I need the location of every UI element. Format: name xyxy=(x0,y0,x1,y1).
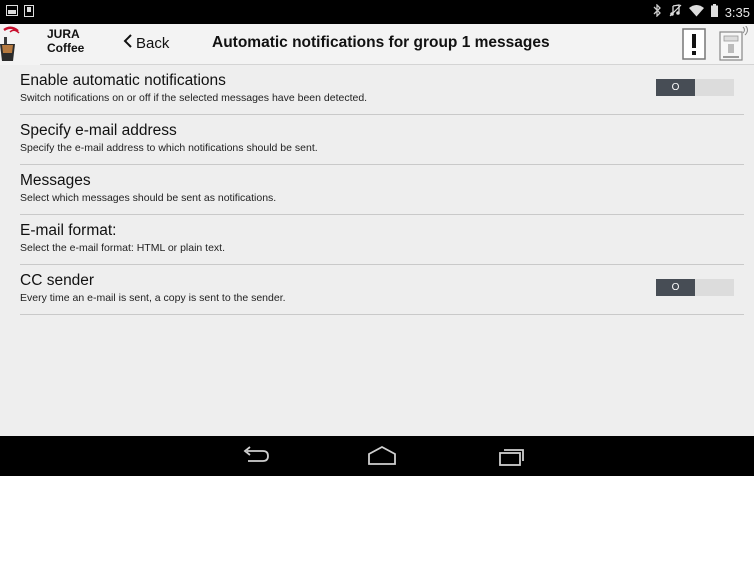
setting-description: Every time an e-mail is sent, a copy is … xyxy=(20,292,286,304)
status-bar: 3:35 xyxy=(0,0,754,24)
gallery-icon xyxy=(6,5,18,19)
setting-description: Select the e-mail format: HTML or plain … xyxy=(20,242,226,254)
battery-icon xyxy=(710,4,718,20)
coffee-machine-icon xyxy=(717,24,751,66)
setting-cc-sender[interactable]: CC sender Every time an e-mail is sent, … xyxy=(20,265,744,315)
alert-button[interactable] xyxy=(681,28,707,60)
coffee-machine-button[interactable] xyxy=(717,24,751,62)
back-arrow-icon xyxy=(240,446,270,471)
brand-name: JURA Coffee xyxy=(47,27,85,55)
back-button-label: Back xyxy=(136,34,170,52)
setting-title: Messages xyxy=(20,172,91,189)
cc-sender-toggle[interactable]: O xyxy=(656,279,734,296)
app-bar: JURA Coffee Back Automatic notifications… xyxy=(0,24,754,65)
alert-icon xyxy=(681,28,707,64)
setting-messages[interactable]: Messages Select which messages should be… xyxy=(20,165,744,215)
navigation-bar xyxy=(0,436,754,476)
setting-title: Enable automatic notifications xyxy=(20,72,226,89)
nav-recent-apps-button[interactable] xyxy=(496,445,526,467)
status-bar-right: 3:35 xyxy=(653,3,750,20)
recent-apps-icon xyxy=(496,449,526,471)
nav-home-button[interactable] xyxy=(367,445,397,467)
setting-title: E-mail format: xyxy=(20,222,117,239)
setting-title: Specify e-mail address xyxy=(20,122,177,139)
jura-logo xyxy=(0,24,40,65)
setting-description: Switch notifications on or off if the se… xyxy=(20,92,368,104)
clock: 3:35 xyxy=(724,4,750,20)
settings-list: Enable automatic notifications Switch no… xyxy=(0,65,754,436)
home-icon xyxy=(367,445,397,471)
toggle-knob: O xyxy=(656,79,695,96)
toggle-knob: O xyxy=(656,279,695,296)
page-title: Automatic notifications for group 1 mess… xyxy=(212,34,550,51)
bluetooth-icon xyxy=(653,3,662,20)
download-notification-icon xyxy=(24,4,34,20)
setting-email-format[interactable]: E-mail format: Select the e-mail format:… xyxy=(20,215,744,265)
chevron-left-icon xyxy=(122,33,134,53)
setting-title: CC sender xyxy=(20,272,95,289)
nav-back-button[interactable] xyxy=(240,445,270,467)
setting-email-address[interactable]: Specify e-mail address Specify the e-mai… xyxy=(20,115,744,165)
wifi-icon xyxy=(688,4,704,20)
back-button[interactable]: Back xyxy=(122,33,169,53)
setting-description: Specify the e-mail address to which noti… xyxy=(20,142,318,154)
mute-icon xyxy=(669,4,682,20)
empty-area xyxy=(0,476,754,567)
setting-enable-notifications[interactable]: Enable automatic notifications Switch no… xyxy=(20,65,744,115)
enable-notifications-toggle[interactable]: O xyxy=(656,79,734,96)
status-bar-left xyxy=(6,4,34,20)
setting-description: Select which messages should be sent as … xyxy=(20,192,277,204)
